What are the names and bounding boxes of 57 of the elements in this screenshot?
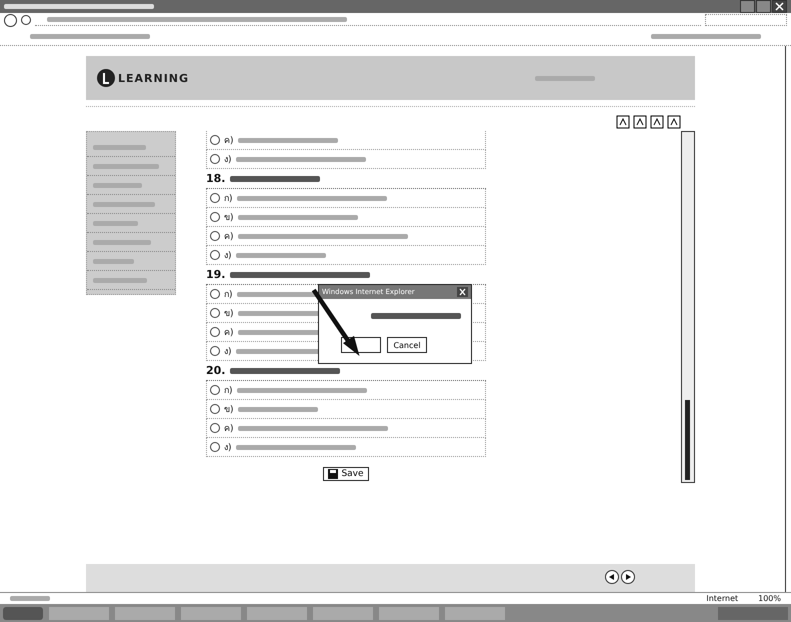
previous-button[interactable] xyxy=(605,570,619,584)
option-letter: ง) xyxy=(224,154,232,166)
toolbar-icon[interactable] xyxy=(633,115,647,129)
radio-button[interactable] xyxy=(210,385,220,395)
radio-button[interactable] xyxy=(210,442,220,452)
close-button[interactable] xyxy=(772,0,787,13)
option-letter: ข) xyxy=(224,404,234,416)
search-field[interactable] xyxy=(705,14,787,26)
status-text xyxy=(10,596,50,601)
user-info xyxy=(535,76,595,80)
radio-button[interactable] xyxy=(210,308,220,318)
radio-button[interactable] xyxy=(210,423,220,433)
option-letter: ข) xyxy=(224,308,234,320)
option-letter: ก) xyxy=(224,289,233,301)
option-letter: ก) xyxy=(224,385,233,397)
radio-button[interactable] xyxy=(210,154,220,164)
security-zone: Internet xyxy=(706,594,738,603)
radio-button[interactable] xyxy=(210,289,220,299)
address-field[interactable] xyxy=(35,14,701,26)
option-letter: ง) xyxy=(224,250,232,262)
back-button[interactable] xyxy=(4,14,17,26)
zoom-level[interactable]: 100% xyxy=(758,594,781,603)
option-letter: ค) xyxy=(224,135,234,147)
question-number: 19. xyxy=(206,268,226,281)
toolbar-icon[interactable] xyxy=(667,115,681,129)
toolbar-icon[interactable] xyxy=(616,115,630,129)
question-number: 20. xyxy=(206,364,226,377)
option-letter: ก) xyxy=(224,193,233,205)
next-button[interactable] xyxy=(621,570,635,584)
logo-icon xyxy=(96,68,116,88)
cancel-button[interactable]: Cancel xyxy=(387,337,427,353)
radio-button[interactable] xyxy=(210,135,220,145)
close-button[interactable] xyxy=(457,287,468,297)
radio-button[interactable] xyxy=(210,193,220,203)
question-number: 18. xyxy=(206,172,226,185)
save-button[interactable]: Save xyxy=(323,467,369,481)
forward-button[interactable] xyxy=(21,15,31,25)
radio-button[interactable] xyxy=(210,346,220,356)
radio-button[interactable] xyxy=(210,404,220,414)
system-tray xyxy=(718,606,788,620)
toolbar-icon[interactable] xyxy=(650,115,664,129)
start-button[interactable] xyxy=(3,606,43,620)
option-letter: ค) xyxy=(224,231,234,243)
site-logo-text: LEARNING xyxy=(118,72,190,84)
option-letter: ค) xyxy=(224,327,234,339)
radio-button[interactable] xyxy=(210,327,220,337)
radio-button[interactable] xyxy=(210,212,220,222)
minimize-button[interactable] xyxy=(740,0,755,13)
option-letter: ค) xyxy=(224,423,234,435)
option-letter: ง) xyxy=(224,442,232,454)
maximize-button[interactable] xyxy=(756,0,771,13)
option-letter: ง) xyxy=(224,346,232,358)
scrollbar[interactable] xyxy=(681,131,695,483)
option-letter: ข) xyxy=(224,212,234,224)
radio-button[interactable] xyxy=(210,231,220,241)
radio-button[interactable] xyxy=(210,250,220,260)
save-icon xyxy=(328,469,338,479)
